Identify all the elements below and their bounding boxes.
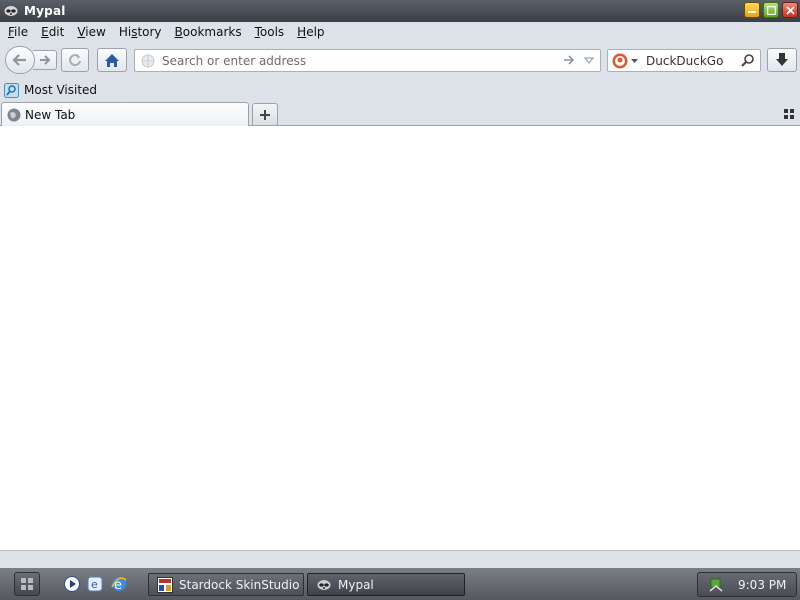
- menu-file[interactable]: File: [3, 25, 33, 39]
- bookmark-label: Most Visited: [24, 83, 98, 97]
- skinstudio-icon: [157, 576, 173, 593]
- system-tray: 9:03 PM: [697, 572, 797, 597]
- svg-text:e: e: [91, 578, 98, 591]
- search-icon[interactable]: [741, 53, 755, 67]
- reload-icon: [69, 54, 81, 67]
- menu-bar: File Edit View History Bookmarks Tools H…: [0, 22, 800, 42]
- bookmarks-toolbar: Most Visited: [0, 78, 800, 102]
- navigation-toolbar: [0, 42, 800, 78]
- back-button[interactable]: [5, 46, 35, 74]
- clock[interactable]: 9:03 PM: [738, 578, 786, 592]
- downloads-button[interactable]: [767, 48, 797, 72]
- globe-icon: [140, 53, 156, 69]
- arrow-left-icon: [12, 54, 26, 66]
- menu-tools[interactable]: Tools: [250, 25, 290, 39]
- menu-view[interactable]: View: [72, 25, 110, 39]
- title-bar[interactable]: Mypal: [0, 0, 800, 22]
- menu-bookmarks[interactable]: Bookmarks: [170, 25, 247, 39]
- minimize-icon: [748, 11, 756, 13]
- address-input[interactable]: [162, 53, 552, 68]
- minimize-button[interactable]: [744, 2, 760, 18]
- tab-new-tab[interactable]: New Tab: [1, 102, 249, 126]
- taskbar: e e Stardock SkinStudio Mypal 9:03 PM: [0, 568, 800, 600]
- tab-label: New Tab: [25, 107, 76, 122]
- bookmark-most-visited[interactable]: Most Visited: [4, 82, 98, 98]
- list-all-tabs-icon[interactable]: [784, 109, 794, 119]
- raccoon-icon: [3, 3, 19, 19]
- home-icon: [105, 53, 119, 67]
- new-tab-button[interactable]: [252, 103, 278, 125]
- media-player-icon[interactable]: [64, 576, 80, 592]
- forward-button[interactable]: [33, 50, 57, 70]
- address-bar[interactable]: [134, 49, 601, 72]
- window-controls: [744, 2, 798, 18]
- search-bar[interactable]: [607, 49, 761, 72]
- plus-icon: [260, 109, 270, 120]
- chevron-down-icon[interactable]: [631, 58, 638, 64]
- dropdown-arrow-icon[interactable]: [583, 54, 595, 66]
- status-bar: [0, 550, 800, 568]
- menu-edit[interactable]: Edit: [36, 25, 69, 39]
- maximize-button[interactable]: [763, 2, 779, 18]
- tab-strip: New Tab: [0, 102, 800, 126]
- internet-explorer-icon[interactable]: e: [111, 576, 127, 592]
- search-input[interactable]: [646, 53, 736, 68]
- menu-help[interactable]: Help: [292, 25, 329, 39]
- close-icon: [785, 5, 795, 15]
- task-label: Mypal: [338, 577, 374, 592]
- start-grid-icon: [21, 578, 33, 590]
- taskbar-item-mypal[interactable]: Mypal: [307, 573, 465, 596]
- maximize-icon: [766, 5, 776, 15]
- reload-button[interactable]: [61, 48, 89, 72]
- raccoon-icon: [316, 577, 332, 593]
- go-arrow-icon[interactable]: [562, 53, 576, 67]
- task-label: Stardock SkinStudio: [179, 577, 300, 592]
- start-button[interactable]: [14, 572, 40, 596]
- menu-history[interactable]: History: [114, 25, 167, 39]
- browser-icon[interactable]: e: [87, 576, 103, 592]
- arrow-right-icon: [39, 55, 50, 65]
- most-visited-icon: [4, 82, 19, 98]
- window-title: Mypal: [24, 4, 66, 18]
- taskbar-item-skinstudio[interactable]: Stardock SkinStudio: [148, 573, 304, 596]
- download-icon: [776, 53, 788, 66]
- duckduckgo-icon[interactable]: [611, 52, 629, 70]
- globe-icon: [6, 107, 21, 122]
- page-content[interactable]: [0, 126, 800, 550]
- close-button[interactable]: [782, 2, 798, 18]
- home-button[interactable]: [97, 48, 127, 72]
- network-icon[interactable]: [708, 577, 724, 593]
